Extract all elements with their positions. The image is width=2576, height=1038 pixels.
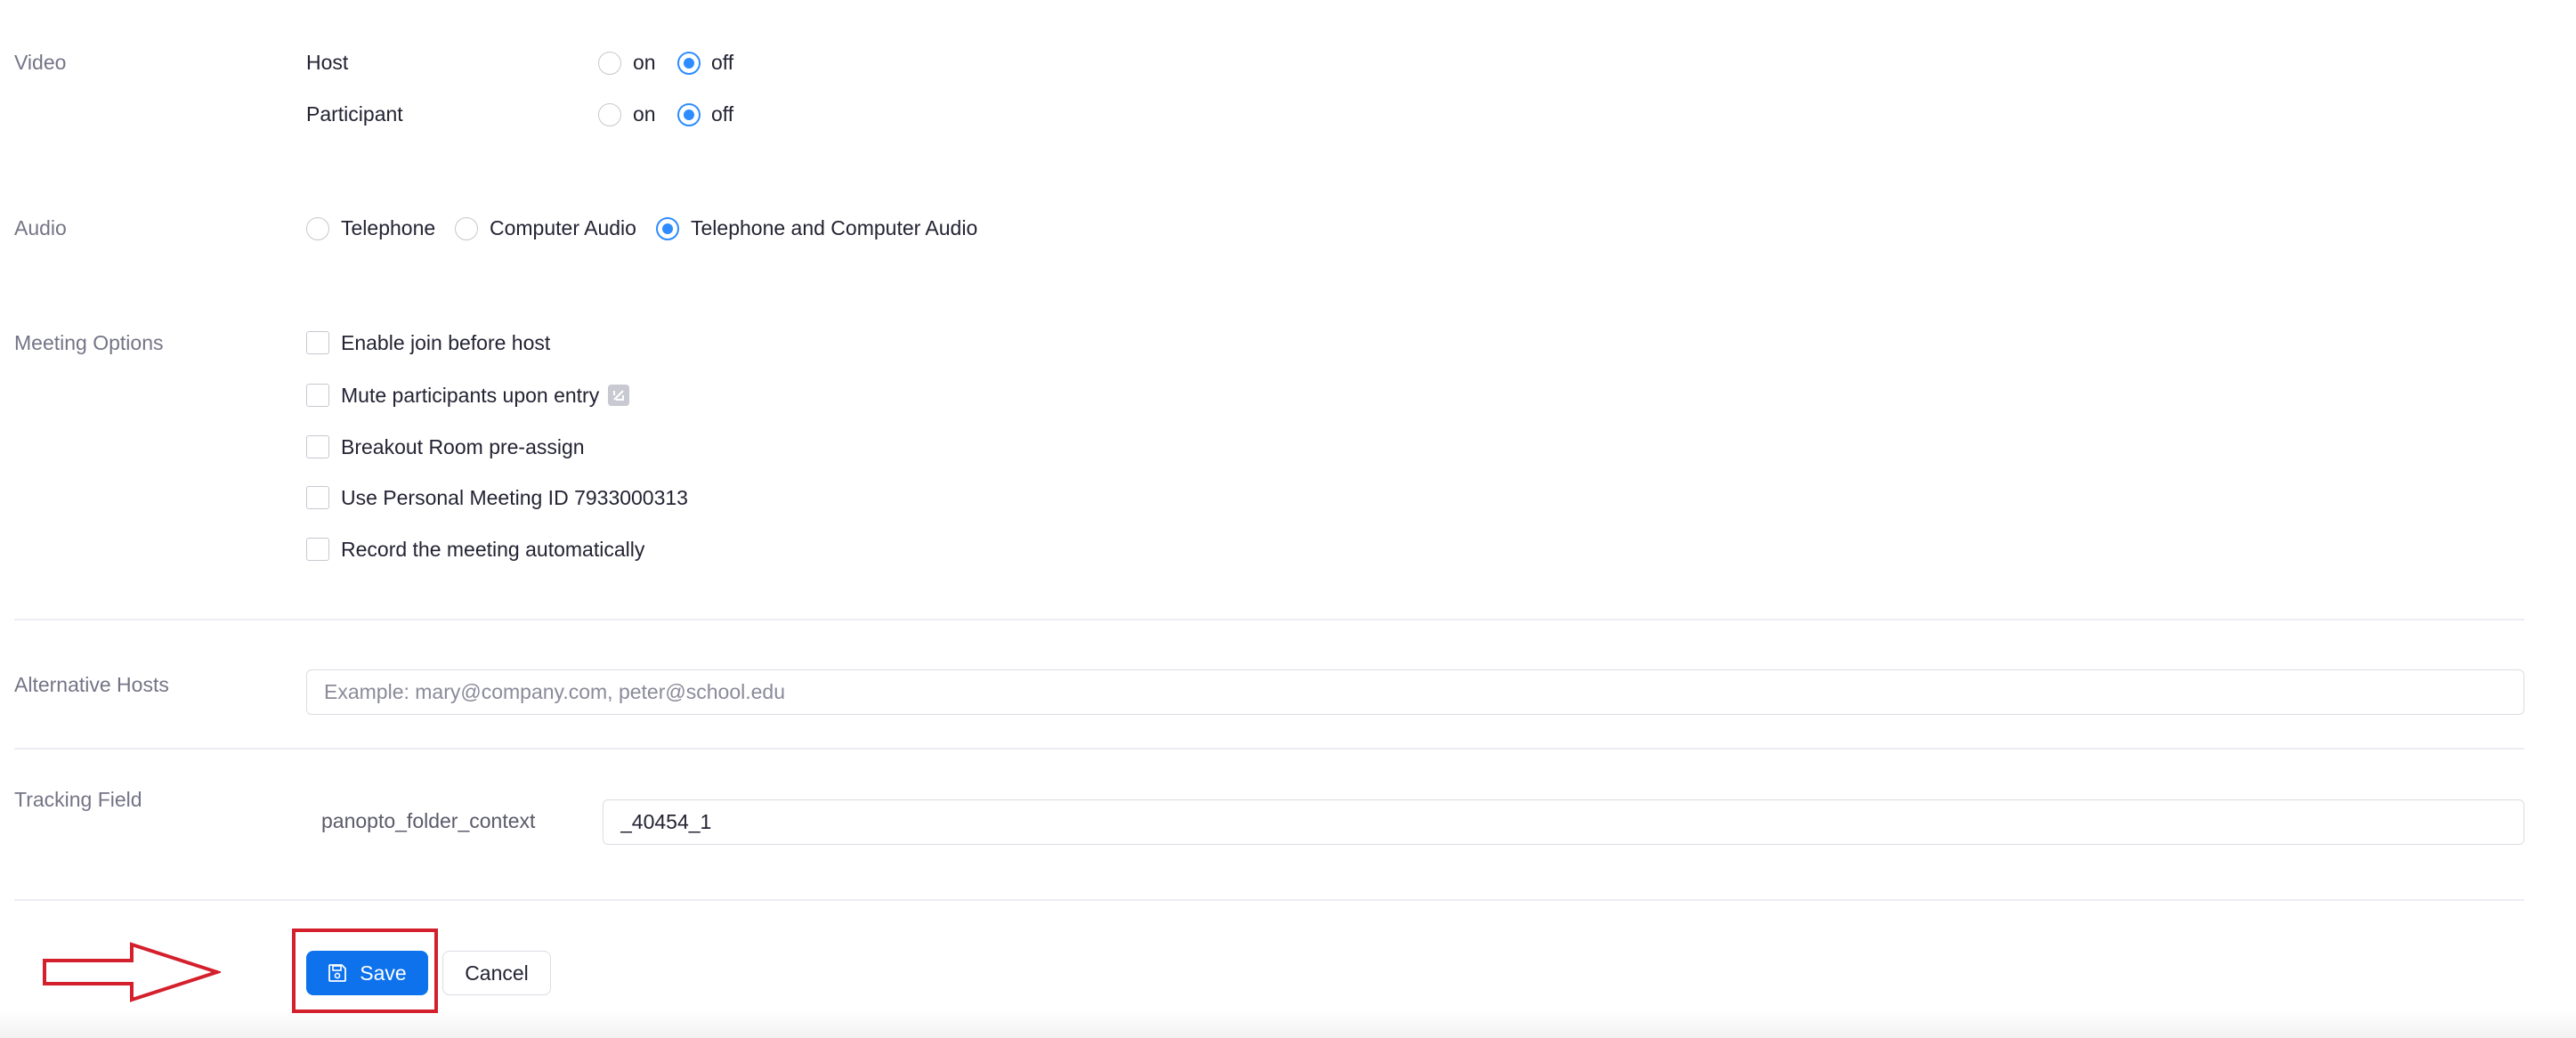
video-participant-off-label[interactable]: off (711, 102, 733, 126)
video-participant-off-radio[interactable] (677, 103, 701, 126)
tracking-field-label: Tracking Field (14, 788, 142, 811)
video-host-label: Host (306, 51, 349, 74)
alternative-hosts-input[interactable] (306, 669, 2524, 715)
arrow-right-icon-glyph (43, 942, 223, 1002)
video-participant-label: Participant (306, 102, 403, 126)
save-button[interactable]: Save (306, 951, 428, 995)
audio-telephone-label[interactable]: Telephone (341, 216, 435, 240)
audio-computer-label[interactable]: Computer Audio (490, 216, 636, 240)
record-automatically-checkbox[interactable] (306, 538, 329, 561)
info-icon-glyph (608, 385, 629, 406)
divider (14, 748, 2524, 750)
cancel-button-label: Cancel (465, 961, 529, 985)
save-button-label: Save (360, 961, 407, 985)
audio-section-label: Audio (14, 216, 67, 239)
divider (14, 899, 2524, 901)
video-host-off-radio[interactable] (677, 52, 701, 75)
enable-join-before-host-checkbox[interactable] (306, 331, 329, 354)
save-icon (328, 963, 347, 983)
alternative-hosts-label: Alternative Hosts (14, 673, 169, 696)
breakout-room-preassign-label[interactable]: Breakout Room pre-assign (341, 435, 585, 459)
record-automatically-label[interactable]: Record the meeting automatically (341, 538, 644, 562)
video-host-on-radio[interactable] (598, 52, 621, 75)
breakout-room-preassign-checkbox[interactable] (306, 435, 329, 458)
arrow-right-icon (43, 941, 223, 1008)
divider (14, 619, 2524, 620)
meeting-options-section-label: Meeting Options (14, 331, 164, 354)
use-personal-meeting-id-label[interactable]: Use Personal Meeting ID 7933000313 (341, 486, 688, 510)
save-icon-glyph (328, 964, 347, 982)
meeting-settings-page: Video Host on off Participant on off Aud… (0, 0, 2576, 1038)
info-icon[interactable] (608, 385, 629, 406)
video-participant-on-label[interactable]: on (633, 102, 656, 126)
video-section-label: Video (14, 51, 67, 74)
mute-participants-checkbox[interactable] (306, 384, 329, 407)
video-host-on-label[interactable]: on (633, 51, 656, 75)
audio-telephone-and-computer-label[interactable]: Telephone and Computer Audio (691, 216, 977, 240)
enable-join-before-host-label[interactable]: Enable join before host (341, 331, 550, 355)
cancel-button[interactable]: Cancel (442, 951, 551, 995)
video-host-off-label[interactable]: off (711, 51, 733, 75)
audio-telephone-and-computer-radio[interactable] (656, 217, 679, 240)
tracking-field-input[interactable] (603, 799, 2524, 845)
video-participant-on-radio[interactable] (598, 103, 621, 126)
use-personal-meeting-id-checkbox[interactable] (306, 486, 329, 509)
mute-participants-label[interactable]: Mute participants upon entry (341, 384, 599, 408)
audio-computer-radio[interactable] (455, 217, 478, 240)
tracking-field-name: panopto_folder_context (321, 809, 536, 832)
audio-telephone-radio[interactable] (306, 217, 329, 240)
